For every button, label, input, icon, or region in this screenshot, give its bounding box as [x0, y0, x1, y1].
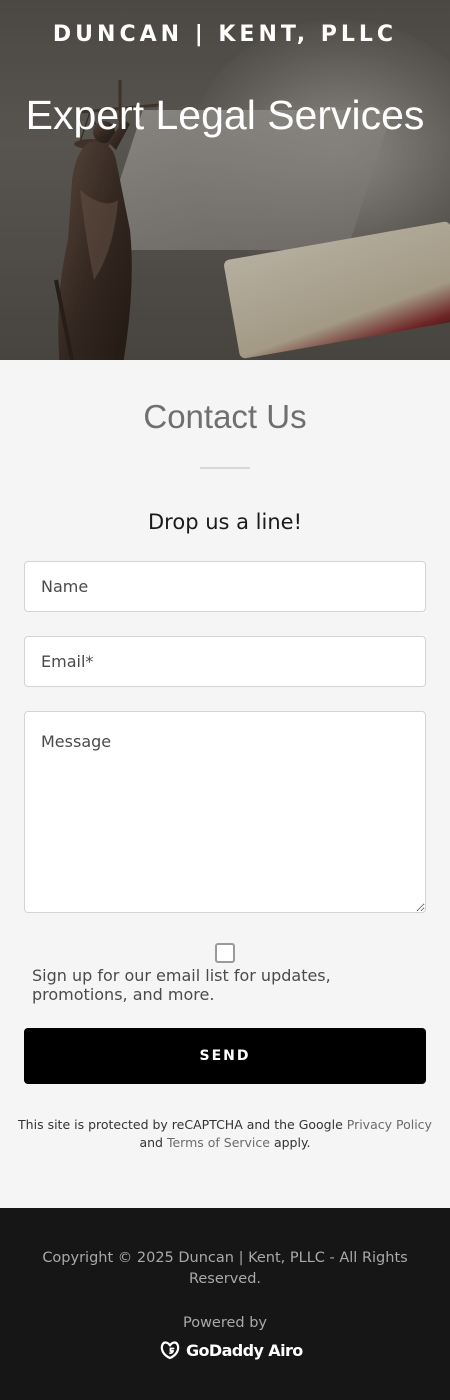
- recaptcha-middle: and: [139, 1135, 167, 1150]
- hero-title: Expert Legal Services: [25, 92, 425, 138]
- email-signup-label[interactable]: Sign up for our email list for updates, …: [32, 966, 422, 1004]
- email-signup-checkbox[interactable]: [215, 943, 235, 963]
- godaddy-airo-logo[interactable]: GoDaddy Airo: [158, 1337, 303, 1363]
- email-input[interactable]: [24, 636, 426, 687]
- contact-subtitle: Drop us a line!: [148, 510, 302, 534]
- copyright-text: Copyright © 2025 Duncan | Kent, PLLC - A…: [42, 1250, 408, 1287]
- privacy-policy-link[interactable]: Privacy Policy: [347, 1117, 432, 1132]
- message-textarea[interactable]: [24, 711, 426, 913]
- terms-of-service-link[interactable]: Terms of Service: [167, 1135, 270, 1150]
- recaptcha-notice: This site is protected by reCAPTCHA and …: [16, 1116, 434, 1152]
- recaptcha-suffix: apply.: [269, 1135, 311, 1150]
- contact-heading: Contact Us: [143, 398, 307, 435]
- powered-by-text: Powered by: [182, 1315, 268, 1331]
- site-footer: Copyright © 2025 Duncan | Kent, PLLC - A…: [0, 1208, 450, 1400]
- send-button[interactable]: SEND: [24, 1028, 426, 1084]
- site-brand-logo[interactable]: DUNCAN | KENT, PLLC: [0, 22, 450, 47]
- hero-overlay: [0, 0, 450, 360]
- section-divider: [200, 467, 250, 469]
- recaptcha-prefix: This site is protected by reCAPTCHA and …: [18, 1117, 347, 1132]
- godaddy-airo-wordmark: GoDaddy Airo: [186, 1340, 303, 1360]
- godaddy-icon: [160, 1341, 180, 1360]
- name-input[interactable]: [24, 561, 426, 612]
- hero-banner: DUNCAN | KENT, PLLC Expert Legal Service…: [0, 0, 450, 360]
